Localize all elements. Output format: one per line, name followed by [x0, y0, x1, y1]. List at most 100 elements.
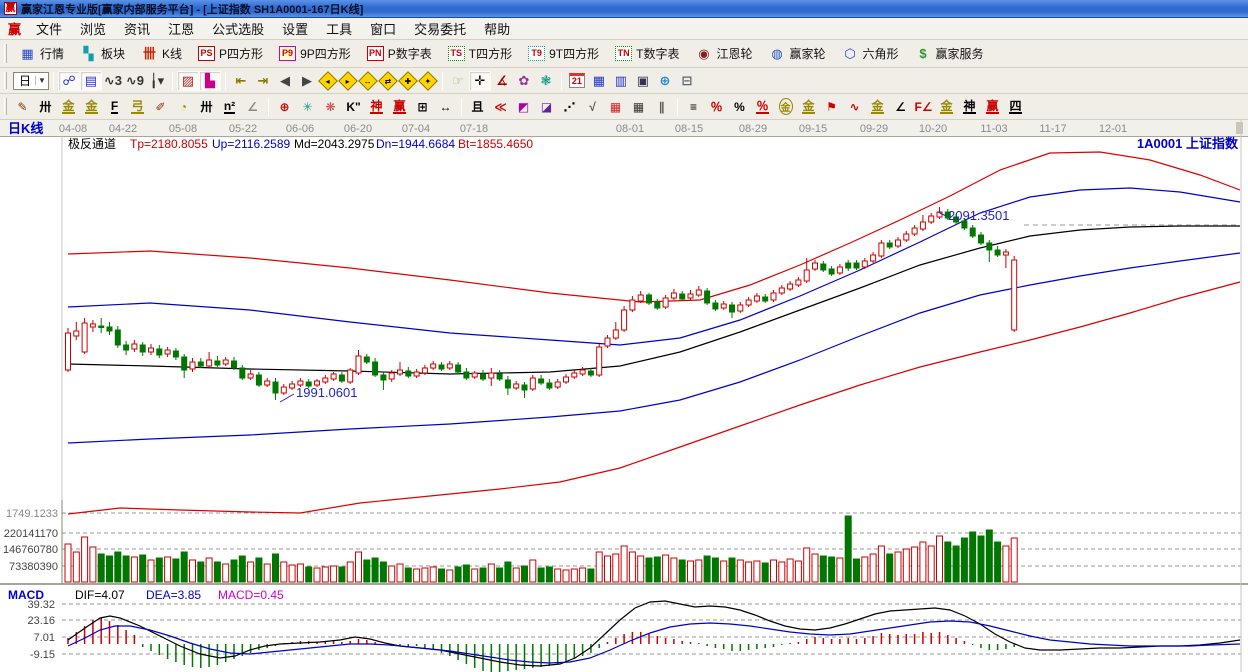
f-comb-icon[interactable]: F: [103, 97, 126, 117]
web-box-icon[interactable]: ❋: [319, 97, 342, 117]
t-number-table-button[interactable]: TNT数字表: [607, 42, 687, 65]
gold-lines-icon[interactable]: 金: [797, 97, 820, 117]
pan-left-button[interactable]: ◂: [318, 71, 338, 91]
date-scrollbar[interactable]: [1236, 122, 1243, 134]
sectors-button[interactable]: ▚板块: [72, 42, 133, 65]
fan-box2-icon[interactable]: ◪: [535, 97, 558, 117]
gold-comb2-icon[interactable]: 金: [80, 97, 103, 117]
f-angle-icon[interactable]: F∠: [912, 97, 935, 117]
last-bar-icon[interactable]: ⇥: [252, 71, 274, 91]
calendar-icon[interactable]: 21: [566, 71, 588, 91]
angle-lines-icon[interactable]: ⋰: [558, 97, 581, 117]
protractor-icon[interactable]: ∡: [491, 71, 513, 91]
kline-button[interactable]: 卌K线: [133, 42, 190, 65]
menu-item-2[interactable]: 浏览: [71, 20, 115, 39]
p-square-button[interactable]: PSP四方形: [190, 42, 271, 65]
winner-service-button[interactable]: $赢家服务: [907, 42, 992, 65]
world-time-icon[interactable]: ⊕: [654, 71, 676, 91]
kline-marks-icon[interactable]: K": [342, 97, 365, 117]
angle-arc-icon[interactable]: ∠: [241, 97, 264, 117]
menu-item-3[interactable]: 资讯: [115, 20, 159, 39]
winner-wheel-button[interactable]: ◍赢家轮: [760, 42, 833, 65]
gold-angle-icon[interactable]: 金: [935, 97, 958, 117]
shift-frame-icon[interactable]: 且: [466, 97, 489, 117]
ying-angle-icon[interactable]: 赢: [981, 97, 1004, 117]
menu-item-7[interactable]: 工具: [317, 20, 361, 39]
gann-wheel-button[interactable]: ◉江恩轮: [687, 42, 760, 65]
network-lines-icon[interactable]: ☍: [58, 71, 80, 91]
percent-line-icon[interactable]: ％: [705, 97, 728, 117]
print-icon[interactable]: ⊟: [676, 71, 698, 91]
menu-item-1[interactable]: 文件: [27, 20, 71, 39]
shen-angle-icon[interactable]: 神: [958, 97, 981, 117]
zoom-in-all-button[interactable]: ✦: [418, 71, 438, 91]
period-selector[interactable]: 日▼: [13, 72, 49, 90]
gann-comb-icon[interactable]: 卅: [34, 97, 57, 117]
span-arrows-icon[interactable]: ↔: [434, 97, 457, 117]
menu-item-4[interactable]: 江恩: [159, 20, 203, 39]
quotes-button[interactable]: ▦行情: [11, 42, 72, 65]
9t-square-button[interactable]: T99T四方形: [520, 42, 607, 65]
percent-bars-icon[interactable]: ％: [751, 97, 774, 117]
calculator-icon[interactable]: ▦: [588, 71, 610, 91]
parallel-lines-icon[interactable]: ∥: [650, 97, 673, 117]
price-bars-icon[interactable]: ≡: [682, 97, 705, 117]
four-angle-icon[interactable]: 四: [1004, 97, 1027, 117]
percent-icon[interactable]: %: [728, 97, 751, 117]
hand-drag-icon[interactable]: ☞: [447, 71, 469, 91]
zoom-out-h-button[interactable]: ↔: [358, 71, 378, 91]
spider-web-icon[interactable]: ✳: [296, 97, 319, 117]
ying-comb-icon[interactable]: 赢: [388, 97, 411, 117]
grid-red-icon[interactable]: ▦: [604, 97, 627, 117]
menu-item-5[interactable]: 公式选股: [203, 20, 273, 39]
toolbar-drag-handle[interactable]: [4, 72, 7, 90]
candle-style-combo-icon[interactable]: ╽▾: [146, 71, 168, 91]
hexagon-button[interactable]: ⬡六角形: [834, 42, 907, 65]
9p-square-button[interactable]: P99P四方形: [271, 42, 359, 65]
next-bar-icon[interactable]: ▶: [296, 71, 318, 91]
menu-item-8[interactable]: 窗口: [361, 20, 405, 39]
p-number-table-button[interactable]: PNP数字表: [359, 42, 440, 65]
shen-comb-icon[interactable]: 神: [365, 97, 388, 117]
fan-box-icon[interactable]: ◩: [512, 97, 535, 117]
menu-item-9[interactable]: 交易委托: [405, 20, 475, 39]
toolbar-drag-handle[interactable]: [4, 98, 7, 116]
flag-pen-icon[interactable]: ⚑: [820, 97, 843, 117]
angle-set-icon[interactable]: ∠: [889, 97, 912, 117]
n2-comb-icon[interactable]: n²: [218, 97, 241, 117]
document-icon[interactable]: ▤: [80, 71, 102, 91]
first-bar-icon[interactable]: ⇤: [230, 71, 252, 91]
gold-circle-icon[interactable]: 金: [774, 97, 797, 117]
marker-ruler-icon[interactable]: ✐: [149, 97, 172, 117]
zoom-in-h-button[interactable]: ⇄: [378, 71, 398, 91]
color-histogram-icon[interactable]: ▙: [199, 71, 221, 91]
flower-tool-icon[interactable]: ✿: [513, 71, 535, 91]
numbers-grid-icon[interactable]: ⊞: [411, 97, 434, 117]
menu-item-10[interactable]: 帮助: [475, 20, 519, 39]
pen-tool-icon[interactable]: ✎: [11, 97, 34, 117]
wave-box-icon[interactable]: ∿: [843, 97, 866, 117]
target-cross-icon[interactable]: ⊕: [273, 97, 296, 117]
gold-comb-icon[interactable]: 金: [57, 97, 80, 117]
prev-bar-icon[interactable]: ◀: [274, 71, 296, 91]
comb-lines-icon[interactable]: 卅: [195, 97, 218, 117]
wave-9-icon[interactable]: ∿9: [124, 71, 146, 91]
wave-check-icon[interactable]: √: [581, 97, 604, 117]
fan-lines-icon[interactable]: ≪: [489, 97, 512, 117]
web-tool-icon[interactable]: ❃: [535, 71, 557, 91]
chart-area[interactable]: 04-0804-2205-0805-2206-0606-2007-0407-18…: [0, 120, 1248, 672]
toolbar-drag-handle[interactable]: [4, 44, 7, 63]
pattern-red-icon[interactable]: ▨: [177, 71, 199, 91]
grid-axis-icon[interactable]: ▦: [627, 97, 650, 117]
spiral-comb-icon[interactable]: 弓: [126, 97, 149, 117]
notepad-icon[interactable]: ▥: [610, 71, 632, 91]
crosshair-icon[interactable]: ✛: [469, 71, 491, 91]
gold-lines2-icon[interactable]: 金: [866, 97, 889, 117]
save-icon[interactable]: ▣: [632, 71, 654, 91]
cycle-circle-icon[interactable]: ◔: [172, 97, 195, 117]
zoom-out-all-button[interactable]: ✚: [398, 71, 418, 91]
wave-3-icon[interactable]: ∿3: [102, 71, 124, 91]
menu-item-6[interactable]: 设置: [273, 20, 317, 39]
kline-chart[interactable]: 04-0804-2205-0805-2206-0606-2007-0407-18…: [0, 120, 1248, 672]
pan-right-button[interactable]: ▸: [338, 71, 358, 91]
